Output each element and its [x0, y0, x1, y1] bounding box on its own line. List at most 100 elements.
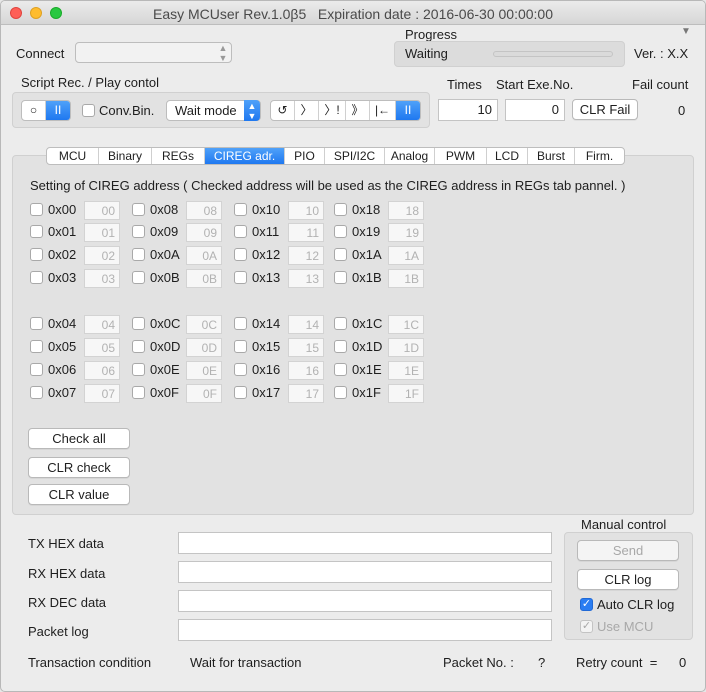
playback-control-segment[interactable]: ↺ 〉 〉! 》 |← II: [270, 100, 421, 121]
clr-log-button[interactable]: CLR log: [577, 569, 679, 590]
cireg-value-input[interactable]: 06: [84, 361, 120, 380]
clr-value-button[interactable]: CLR value: [28, 484, 130, 505]
tab-firm[interactable]: Firm.: [575, 148, 624, 164]
reset-icon[interactable]: ↺: [271, 101, 295, 120]
cireg-value-input[interactable]: 09: [186, 223, 222, 242]
cireg-value-input[interactable]: 0D: [186, 338, 222, 357]
cireg-checkbox-0x15[interactable]: [234, 340, 247, 353]
cireg-value-input[interactable]: 08: [186, 201, 222, 220]
times-input[interactable]: 10: [438, 99, 498, 121]
packet-log-input[interactable]: [178, 619, 552, 641]
cireg-value-input[interactable]: 1F: [388, 384, 424, 403]
pause-button[interactable]: II: [46, 101, 70, 120]
cireg-checkbox-0x0f[interactable]: [132, 386, 145, 399]
cireg-checkbox-0x01[interactable]: [30, 225, 43, 238]
tab-spi-i2c[interactable]: SPI/I2C: [325, 148, 385, 164]
cireg-value-input[interactable]: 1E: [388, 361, 424, 380]
cireg-checkbox-0x17[interactable]: [234, 386, 247, 399]
cireg-checkbox-0x00[interactable]: [30, 203, 43, 216]
cireg-value-input[interactable]: 0C: [186, 315, 222, 334]
rx-dec-input[interactable]: [178, 590, 552, 612]
cireg-checkbox-0x0d[interactable]: [132, 340, 145, 353]
cireg-checkbox-0x1a[interactable]: [334, 248, 347, 261]
check-all-button[interactable]: Check all: [28, 428, 130, 449]
cireg-checkbox-0x1e[interactable]: [334, 363, 347, 376]
record-button[interactable]: ○: [22, 101, 46, 120]
cireg-checkbox-0x16[interactable]: [234, 363, 247, 376]
cireg-value-input[interactable]: 15: [288, 338, 324, 357]
cireg-value-input[interactable]: 04: [84, 315, 120, 334]
cireg-checkbox-0x0e[interactable]: [132, 363, 145, 376]
tab-pio[interactable]: PIO: [285, 148, 325, 164]
tab-pwm[interactable]: PWM: [435, 148, 487, 164]
tab-cireg-adr[interactable]: CIREG adr.: [205, 148, 285, 164]
cireg-checkbox-0x1d[interactable]: [334, 340, 347, 353]
cireg-value-input[interactable]: 03: [84, 269, 120, 288]
cireg-checkbox-0x19[interactable]: [334, 225, 347, 238]
cireg-value-input[interactable]: 11: [288, 223, 324, 242]
progress-disclosure-icon[interactable]: ▼: [681, 26, 691, 37]
cireg-checkbox-0x02[interactable]: [30, 248, 43, 261]
cireg-value-input[interactable]: 18: [388, 201, 424, 220]
rx-hex-input[interactable]: [178, 561, 552, 583]
cireg-value-input[interactable]: 0A: [186, 246, 222, 265]
cireg-value-input[interactable]: 13: [288, 269, 324, 288]
cireg-checkbox-0x05[interactable]: [30, 340, 43, 353]
cireg-checkbox-0x06[interactable]: [30, 363, 43, 376]
cireg-checkbox-0x1c[interactable]: [334, 317, 347, 330]
cireg-value-input[interactable]: 02: [84, 246, 120, 265]
cireg-value-input[interactable]: 07: [84, 384, 120, 403]
step-icon[interactable]: 〉: [295, 101, 319, 120]
auto-clr-log-checkbox[interactable]: ✓: [580, 598, 593, 611]
cireg-checkbox-0x18[interactable]: [334, 203, 347, 216]
step-break-icon[interactable]: 〉!: [319, 101, 346, 120]
cireg-checkbox-0x1f[interactable]: [334, 386, 347, 399]
wait-mode-select[interactable]: Wait mode ▲ ▼: [166, 100, 261, 121]
cireg-checkbox-0x13[interactable]: [234, 271, 247, 284]
cireg-value-input[interactable]: 01: [84, 223, 120, 242]
cireg-value-input[interactable]: 14: [288, 315, 324, 334]
tab-burst[interactable]: Burst: [528, 148, 575, 164]
cireg-checkbox-0x12[interactable]: [234, 248, 247, 261]
cireg-value-input[interactable]: 0B: [186, 269, 222, 288]
cireg-value-input[interactable]: 0F: [186, 384, 222, 403]
tab-mcu[interactable]: MCU: [47, 148, 99, 164]
cireg-checkbox-0x03[interactable]: [30, 271, 43, 284]
cireg-value-input[interactable]: 1B: [388, 269, 424, 288]
rec-play-segment[interactable]: ○ II: [21, 100, 71, 121]
use-mcu-checkbox[interactable]: ✓: [580, 620, 593, 633]
cireg-checkbox-0x0b[interactable]: [132, 271, 145, 284]
cireg-value-input[interactable]: 1A: [388, 246, 424, 265]
cireg-value-input[interactable]: 1D: [388, 338, 424, 357]
tab-binary[interactable]: Binary: [99, 148, 152, 164]
cireg-checkbox-0x07[interactable]: [30, 386, 43, 399]
clr-check-button[interactable]: CLR check: [28, 457, 130, 478]
cireg-value-input[interactable]: 05: [84, 338, 120, 357]
send-button[interactable]: Send: [577, 540, 679, 561]
conv-bin-checkbox[interactable]: [82, 104, 95, 117]
cireg-value-input[interactable]: 00: [84, 201, 120, 220]
cireg-value-input[interactable]: 19: [388, 223, 424, 242]
cireg-checkbox-0x10[interactable]: [234, 203, 247, 216]
cireg-checkbox-0x0c[interactable]: [132, 317, 145, 330]
cireg-value-input[interactable]: 12: [288, 246, 324, 265]
cireg-checkbox-0x08[interactable]: [132, 203, 145, 216]
pause-icon[interactable]: II: [396, 101, 420, 120]
connect-select[interactable]: ▲ ▼: [75, 42, 232, 63]
tab-analog[interactable]: Analog: [385, 148, 435, 164]
cireg-checkbox-0x14[interactable]: [234, 317, 247, 330]
cireg-value-input[interactable]: 16: [288, 361, 324, 380]
cireg-checkbox-0x04[interactable]: [30, 317, 43, 330]
cireg-value-input[interactable]: 1C: [388, 315, 424, 334]
start-exe-input[interactable]: 0: [505, 99, 565, 121]
cireg-value-input[interactable]: 10: [288, 201, 324, 220]
tab-regs[interactable]: REGs: [152, 148, 205, 164]
cireg-checkbox-0x09[interactable]: [132, 225, 145, 238]
tab-lcd[interactable]: LCD: [487, 148, 528, 164]
cireg-checkbox-0x0a[interactable]: [132, 248, 145, 261]
cireg-value-input[interactable]: 0E: [186, 361, 222, 380]
cireg-value-input[interactable]: 17: [288, 384, 324, 403]
clr-fail-button[interactable]: CLR Fail: [572, 99, 638, 120]
cireg-checkbox-0x1b[interactable]: [334, 271, 347, 284]
run-icon[interactable]: 》: [346, 101, 370, 120]
